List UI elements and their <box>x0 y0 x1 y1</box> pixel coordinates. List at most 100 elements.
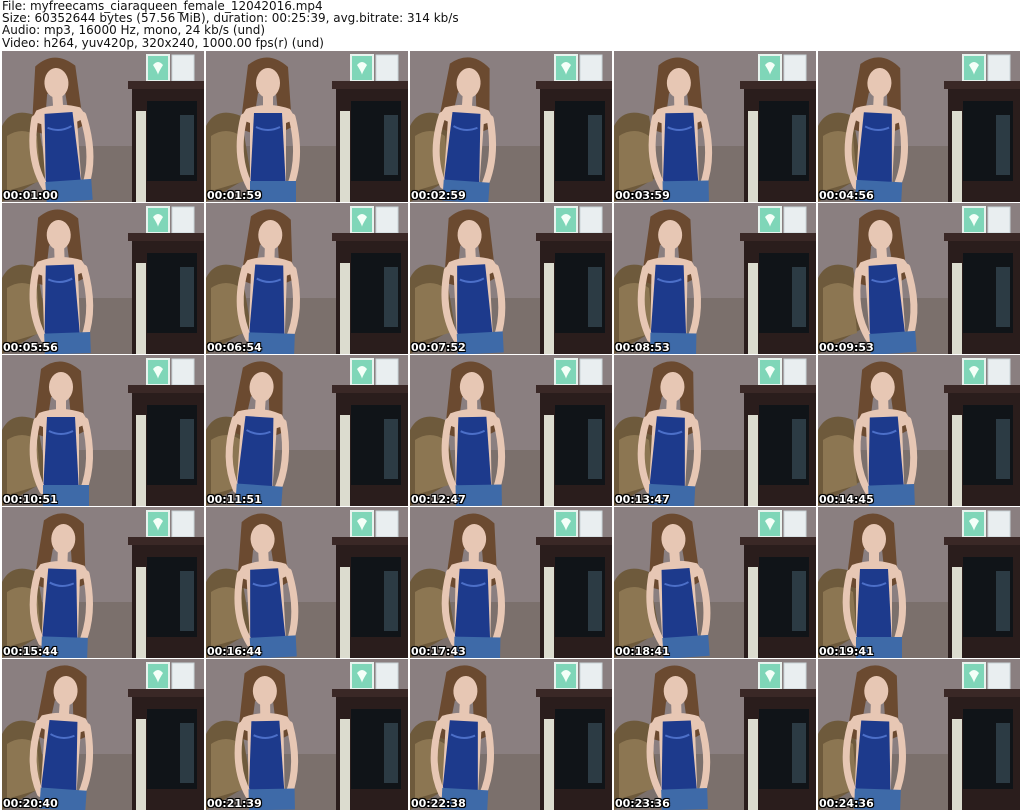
frame-timestamp: 00:22:38 <box>411 797 466 810</box>
fireplace <box>944 81 1020 202</box>
video-frame-thumbnail: 00:05:56 <box>2 203 204 354</box>
video-frame-thumbnail: 00:07:52 <box>410 203 612 354</box>
video-frame-thumbnail: 00:04:56 <box>818 51 1020 202</box>
frame-timestamp: 00:15:44 <box>3 645 58 658</box>
frame-image <box>206 203 408 354</box>
frame-timestamp: 00:01:00 <box>3 189 58 202</box>
frame-image <box>818 51 1020 202</box>
frame-image <box>206 51 408 202</box>
fireplace <box>944 233 1020 354</box>
frame-image <box>410 507 612 658</box>
video-frame-thumbnail: 00:22:38 <box>410 659 612 810</box>
frame-image <box>614 507 816 658</box>
video-frame-thumbnail: 00:21:39 <box>206 659 408 810</box>
fireplace <box>128 689 204 810</box>
frame-image <box>2 659 204 810</box>
fireplace <box>740 81 816 202</box>
video-frame-thumbnail: 00:03:59 <box>614 51 816 202</box>
video-frame-thumbnail: 00:13:47 <box>614 355 816 506</box>
fireplace <box>332 385 408 506</box>
fireplace <box>332 233 408 354</box>
frame-timestamp: 00:01:59 <box>207 189 262 202</box>
frame-image <box>614 51 816 202</box>
frame-image <box>2 203 204 354</box>
video-frame-thumbnail: 00:01:00 <box>2 51 204 202</box>
frame-image <box>818 659 1020 810</box>
frame-image <box>206 659 408 810</box>
video-frame-thumbnail: 00:10:51 <box>2 355 204 506</box>
video-frame-thumbnail: 00:09:53 <box>818 203 1020 354</box>
frame-image <box>410 51 612 202</box>
frame-image <box>2 507 204 658</box>
fireplace <box>332 537 408 658</box>
fireplace <box>128 81 204 202</box>
video-frame-thumbnail: 00:02:59 <box>410 51 612 202</box>
frame-image <box>410 203 612 354</box>
frame-timestamp: 00:17:43 <box>411 645 466 658</box>
video-frame-thumbnail: 00:20:40 <box>2 659 204 810</box>
fireplace <box>740 233 816 354</box>
video-frame-thumbnail: 00:01:59 <box>206 51 408 202</box>
frame-timestamp: 00:07:52 <box>411 341 466 354</box>
file-info-header: File: myfreecams_ciaraqueen_female_12042… <box>2 0 1022 50</box>
fireplace <box>536 81 612 202</box>
fireplace <box>128 385 204 506</box>
video-frame-thumbnail: 00:19:41 <box>818 507 1020 658</box>
fireplace <box>128 233 204 354</box>
video-frame-thumbnail: 00:17:43 <box>410 507 612 658</box>
video-frame-thumbnail: 00:14:45 <box>818 355 1020 506</box>
fireplace <box>536 689 612 810</box>
video-frame-thumbnail: 00:11:51 <box>206 355 408 506</box>
frame-timestamp: 00:19:41 <box>819 645 874 658</box>
frame-timestamp: 00:09:53 <box>819 341 874 354</box>
video-frame-thumbnail: 00:15:44 <box>2 507 204 658</box>
video-info-line: Video: h264, yuv420p, 320x240, 1000.00 f… <box>2 35 324 50</box>
frame-image <box>410 355 612 506</box>
fireplace <box>536 537 612 658</box>
frame-image <box>206 507 408 658</box>
frame-timestamp: 00:24:36 <box>819 797 874 810</box>
frame-timestamp: 00:18:41 <box>615 645 670 658</box>
frame-image <box>614 355 816 506</box>
fireplace <box>332 81 408 202</box>
audio-info-line: Audio: mp3, 16000 Hz, mono, 24 kb/s (und… <box>2 23 266 38</box>
frame-timestamp: 00:06:54 <box>207 341 262 354</box>
fireplace <box>944 689 1020 810</box>
frame-timestamp: 00:13:47 <box>615 493 670 506</box>
frame-timestamp: 00:08:53 <box>615 341 670 354</box>
frame-timestamp: 00:05:56 <box>3 341 58 354</box>
frame-image <box>2 51 204 202</box>
frame-image <box>818 203 1020 354</box>
video-frame-thumbnail: 00:16:44 <box>206 507 408 658</box>
frame-timestamp: 00:11:51 <box>207 493 262 506</box>
fireplace <box>332 689 408 810</box>
fireplace <box>740 385 816 506</box>
video-frame-thumbnail: 00:12:47 <box>410 355 612 506</box>
fireplace <box>128 537 204 658</box>
frame-image <box>2 355 204 506</box>
frame-image <box>614 659 816 810</box>
video-frame-thumbnail: 00:06:54 <box>206 203 408 354</box>
fireplace <box>944 537 1020 658</box>
frame-timestamp: 00:16:44 <box>207 645 262 658</box>
frame-timestamp: 00:03:59 <box>615 189 670 202</box>
fireplace <box>740 689 816 810</box>
thumbnail-grid: 00:01:00 00:01:59 00:02:59 00:03:59 00:04:56… <box>2 51 1022 811</box>
fireplace <box>536 385 612 506</box>
fireplace <box>740 537 816 658</box>
frame-timestamp: 00:23:36 <box>615 797 670 810</box>
video-frame-thumbnail: 00:23:36 <box>614 659 816 810</box>
frame-image <box>410 659 612 810</box>
fireplace <box>536 233 612 354</box>
video-frame-thumbnail: 00:24:36 <box>818 659 1020 810</box>
frame-timestamp: 00:21:39 <box>207 797 262 810</box>
frame-image <box>206 355 408 506</box>
frame-image <box>818 507 1020 658</box>
frame-timestamp: 00:04:56 <box>819 189 874 202</box>
frame-image <box>818 355 1020 506</box>
fireplace <box>944 385 1020 506</box>
frame-image <box>614 203 816 354</box>
frame-timestamp: 00:02:59 <box>411 189 466 202</box>
frame-timestamp: 00:12:47 <box>411 493 466 506</box>
frame-timestamp: 00:14:45 <box>819 493 874 506</box>
